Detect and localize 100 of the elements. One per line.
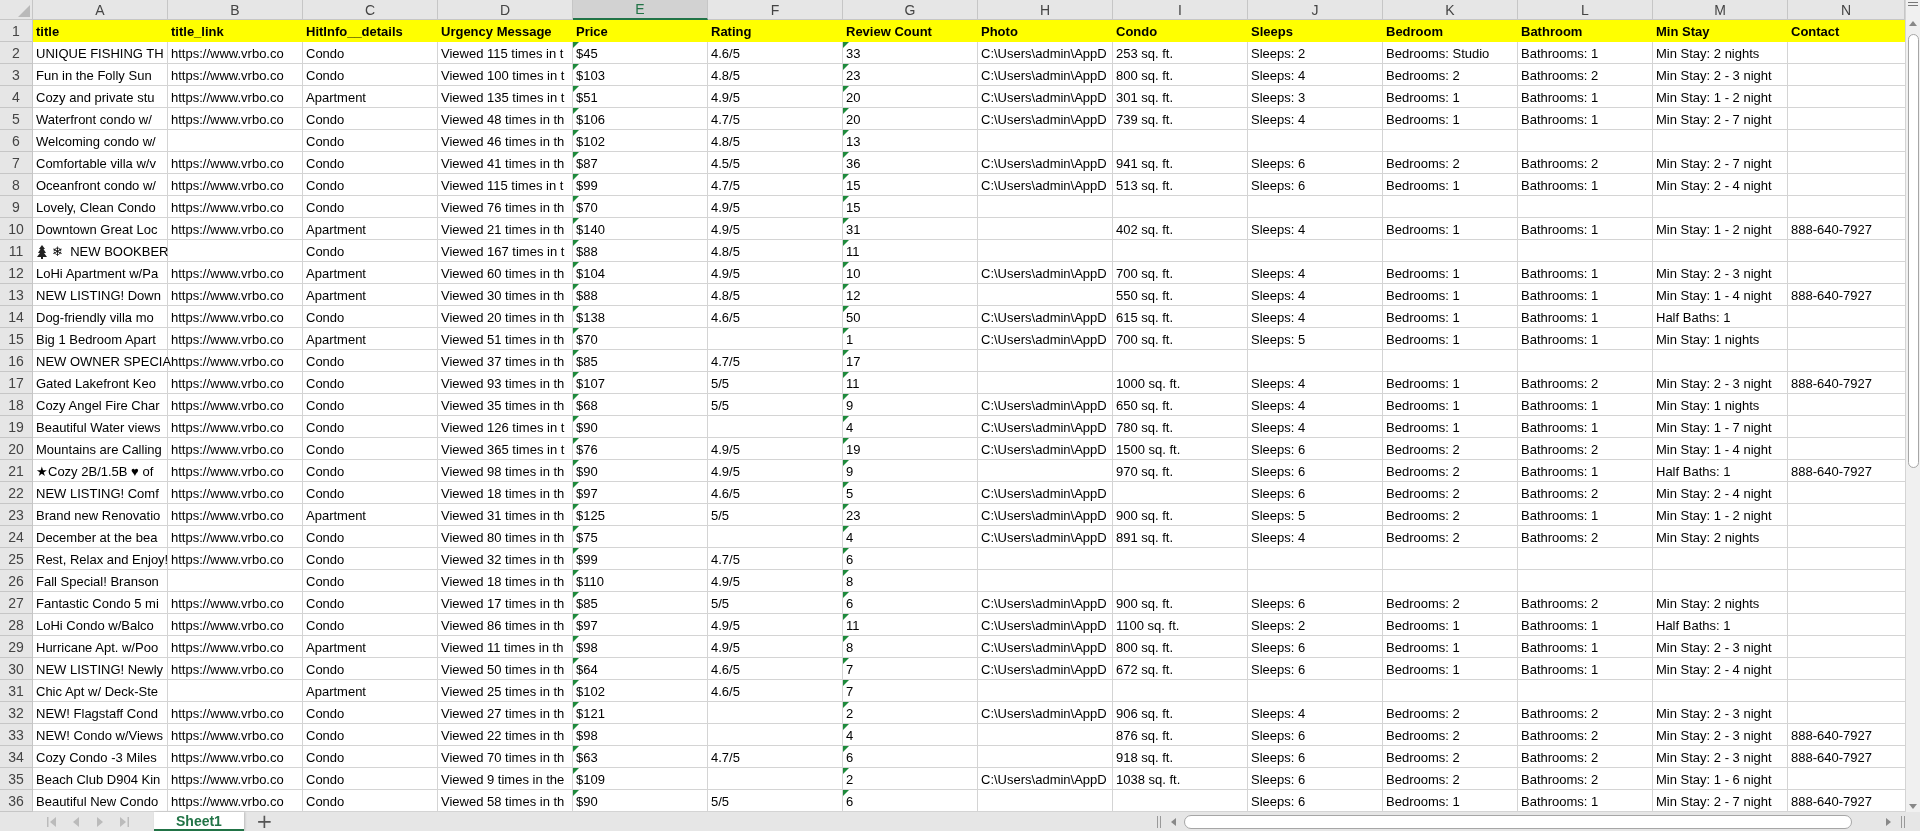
- row-header[interactable]: 30: [0, 658, 33, 680]
- table-cell: Sleeps: 4: [1251, 419, 1306, 435]
- table-cell: Bathrooms: 1: [1521, 463, 1599, 479]
- table-cell: Viewed 135 times in t: [441, 89, 565, 105]
- select-all-icon[interactable]: [18, 5, 30, 17]
- split-handle-icon[interactable]: [1907, 0, 1919, 8]
- table-cell: Apartment: [306, 331, 366, 347]
- table-cell: Apartment: [306, 683, 366, 699]
- table-cell: Bedrooms: 2: [1386, 595, 1460, 611]
- column-header[interactable]: E: [573, 0, 708, 20]
- row-header[interactable]: 33: [0, 724, 33, 746]
- scrollbar-thumb[interactable]: [1184, 814, 1852, 829]
- row-header[interactable]: 13: [0, 284, 33, 306]
- row-header[interactable]: 25: [0, 548, 33, 570]
- row-header[interactable]: 29: [0, 636, 33, 658]
- row-header[interactable]: 19: [0, 416, 33, 438]
- row-header[interactable]: 35: [0, 768, 33, 790]
- sheet-tab[interactable]: Sheet1: [154, 812, 244, 831]
- table-cell: 4.7/5: [711, 551, 740, 567]
- table-cell: 23: [846, 67, 861, 83]
- column-header[interactable]: A: [33, 0, 168, 20]
- table-cell: Sleeps: 6: [1251, 771, 1306, 787]
- table-cell: 4: [846, 529, 854, 545]
- column-header[interactable]: B: [168, 0, 303, 20]
- column-header[interactable]: M: [1653, 0, 1788, 20]
- row-header[interactable]: 5: [0, 108, 33, 130]
- table-cell: Condo: [306, 551, 345, 567]
- table-cell: 888-640-7927: [1791, 221, 1872, 237]
- table-cell: 888-640-7927: [1791, 375, 1872, 391]
- column-header[interactable]: H: [978, 0, 1113, 20]
- column-header[interactable]: F: [708, 0, 843, 20]
- row-header[interactable]: 27: [0, 592, 33, 614]
- table-cell: 513 sq. ft.: [1116, 177, 1174, 193]
- scrollbar-thumb[interactable]: [1907, 34, 1919, 468]
- table-cell: 19: [846, 441, 861, 457]
- row-header[interactable]: 28: [0, 614, 33, 636]
- table-cell: https://www.vrbo.co: [171, 771, 284, 787]
- row-header[interactable]: 34: [0, 746, 33, 768]
- table-cell: https://www.vrbo.co: [171, 199, 284, 215]
- column-header[interactable]: L: [1518, 0, 1653, 20]
- table-cell: Min Stay: 1 - 2 night: [1656, 507, 1772, 523]
- row-header[interactable]: 32: [0, 702, 33, 724]
- row-header[interactable]: 18: [0, 394, 33, 416]
- row-header[interactable]: 21: [0, 460, 33, 482]
- column-header[interactable]: I: [1113, 0, 1248, 20]
- table-cell: Sleeps: 6: [1251, 485, 1306, 501]
- row-header[interactable]: 15: [0, 328, 33, 350]
- table-cell: C:\Users\admin\AppD: [981, 67, 1107, 83]
- split-handle-icon[interactable]: [1156, 814, 1162, 829]
- row-header[interactable]: 12: [0, 262, 33, 284]
- header-cell: Rating: [708, 20, 843, 42]
- row-header[interactable]: 36: [0, 790, 33, 812]
- row-header[interactable]: 6: [0, 130, 33, 152]
- table-cell: C:\Users\admin\AppD: [981, 177, 1107, 193]
- row-header[interactable]: 9: [0, 196, 33, 218]
- table-cell: https://www.vrbo.co: [171, 45, 284, 61]
- table-cell: Bedrooms: 1: [1386, 793, 1460, 809]
- table-cell: 4.7/5: [711, 177, 740, 193]
- table-cell: $104: [576, 265, 605, 281]
- table-cell: Bathrooms: 2: [1521, 595, 1599, 611]
- table-cell: Min Stay: 2 - 3 night: [1656, 705, 1772, 721]
- table-cell: Min Stay: 2 - 4 night: [1656, 177, 1772, 193]
- row-header[interactable]: 1: [0, 20, 33, 42]
- row-header[interactable]: 24: [0, 526, 33, 548]
- table-cell: 8: [846, 639, 854, 655]
- row-header[interactable]: 17: [0, 372, 33, 394]
- table-cell: 4.9/5: [711, 265, 740, 281]
- row-header[interactable]: 10: [0, 218, 33, 240]
- first-sheet-icon[interactable]: [46, 815, 58, 828]
- column-header[interactable]: C: [303, 0, 438, 20]
- row-header[interactable]: 26: [0, 570, 33, 592]
- table-cell: 31: [846, 221, 861, 237]
- row-header[interactable]: 22: [0, 482, 33, 504]
- table-cell: 402 sq. ft.: [1116, 221, 1174, 237]
- table-cell: Viewed 18 times in th: [441, 573, 565, 589]
- last-sheet-icon[interactable]: [118, 815, 130, 828]
- row-header[interactable]: 7: [0, 152, 33, 174]
- row-header[interactable]: 8: [0, 174, 33, 196]
- table-cell: 4.7/5: [711, 749, 740, 765]
- column-header[interactable]: D: [438, 0, 573, 20]
- column-header[interactable]: J: [1248, 0, 1383, 20]
- column-header[interactable]: K: [1383, 0, 1518, 20]
- row-header[interactable]: 3: [0, 64, 33, 86]
- row-header[interactable]: 11: [0, 240, 33, 262]
- table-cell: Bedrooms: 1: [1386, 111, 1460, 127]
- row-header[interactable]: 31: [0, 680, 33, 702]
- column-header[interactable]: N: [1788, 0, 1905, 20]
- table-cell: $90: [576, 419, 598, 435]
- column-header[interactable]: G: [843, 0, 978, 20]
- add-sheet-button[interactable]: +: [243, 812, 285, 831]
- table-cell: 4.8/5: [711, 133, 740, 149]
- row-header[interactable]: 4: [0, 86, 33, 108]
- tree-icon: [36, 243, 48, 259]
- table-cell: 906 sq. ft.: [1116, 705, 1174, 721]
- row-header[interactable]: 20: [0, 438, 33, 460]
- row-header[interactable]: 2: [0, 42, 33, 64]
- row-header[interactable]: 14: [0, 306, 33, 328]
- row-header[interactable]: 16: [0, 350, 33, 372]
- row-header[interactable]: 23: [0, 504, 33, 526]
- split-handle-icon[interactable]: [1900, 814, 1906, 829]
